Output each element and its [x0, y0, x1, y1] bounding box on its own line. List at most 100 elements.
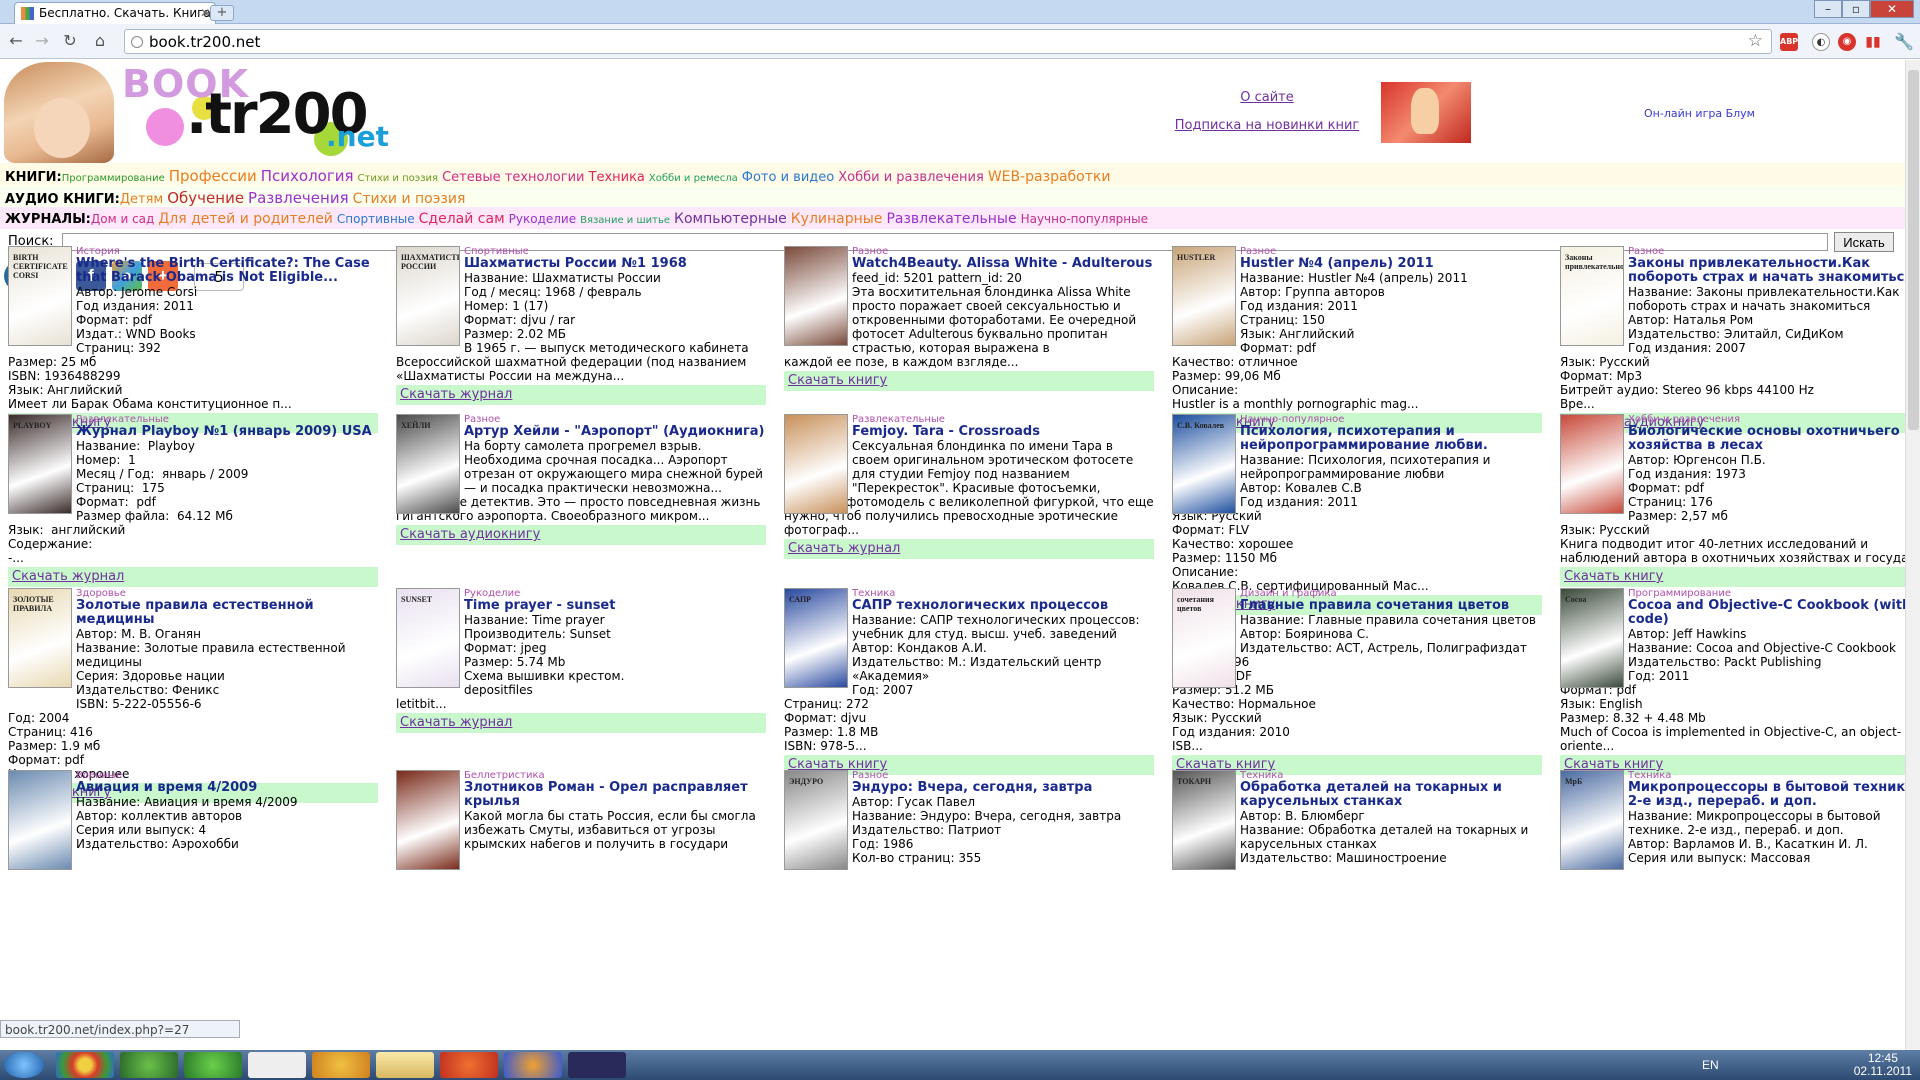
book-title[interactable]: Злотников Роман - Орел расправляет крыль… [464, 781, 766, 809]
site-logo[interactable]: BOOK .tr200 .net [4, 60, 389, 163]
category-link[interactable]: Хобби и ремесла [649, 173, 738, 184]
book-title[interactable]: Микропроцессоры в бытовой технике. 2-е и… [1628, 781, 1920, 809]
category-link[interactable]: Стихи и поэзия [353, 191, 466, 207]
category-link[interactable]: Сделай сам [419, 211, 505, 227]
book-cover-image[interactable] [784, 414, 848, 514]
utorrent-taskbar-icon[interactable] [184, 1052, 242, 1078]
book-title[interactable]: Femjoy. Tara - Crossroads [852, 425, 1154, 439]
subscribe-link[interactable]: Подписка на новинки книг [1172, 118, 1362, 133]
book-title[interactable]: Биологические основы охотничьего хозяйст… [1628, 425, 1920, 453]
book-title[interactable]: Cocoa and Objective-C Cookbook (with cod… [1628, 599, 1920, 627]
category-link[interactable]: Для детей и родителей [158, 211, 333, 227]
download-link[interactable]: Скачать книгу [784, 371, 1154, 391]
category-link[interactable]: Развлечения [248, 189, 349, 207]
book-title[interactable]: Золотые правила естественной медицины [76, 599, 378, 627]
address-bar[interactable]: book.tr200.net ☆ [124, 29, 1772, 54]
book-cover-image[interactable] [784, 246, 848, 346]
tab-close-icon[interactable]: ✕ [200, 6, 210, 20]
book-title[interactable]: Time prayer - sunset [464, 599, 766, 613]
close-window-button[interactable]: ✕ [1870, 0, 1914, 18]
download-link[interactable]: Скачать книгу [1560, 567, 1920, 587]
download-link[interactable]: Скачать журнал [8, 567, 378, 587]
book-title[interactable]: Главные правила сочетания цветов [1240, 599, 1542, 613]
firefox-taskbar-icon[interactable] [504, 1052, 562, 1078]
category-link[interactable]: Фото и видео [742, 170, 834, 185]
book-title[interactable]: Шахматисты России №1 1968 [464, 257, 766, 271]
book-cover-image[interactable]: PLAYBOY [8, 414, 72, 514]
category-link[interactable]: Сетевые технологии [442, 170, 584, 185]
book-cover-image[interactable]: Cocoa [1560, 588, 1624, 688]
download-link[interactable]: Скачать аудиокнигу [396, 525, 766, 545]
vertical-scrollbar[interactable] [1905, 60, 1920, 1050]
star-taskbar-icon[interactable] [312, 1052, 370, 1078]
fairy-banner-image[interactable] [1381, 82, 1471, 143]
book-cover-image[interactable]: HUSTLER [1172, 246, 1236, 346]
book-cover-image[interactable]: сочетания цветов [1172, 588, 1236, 688]
chrome-taskbar-icon[interactable] [56, 1052, 114, 1078]
book-title[interactable]: Эндуро: Вчера, сегодня, завтра [852, 781, 1154, 795]
book-cover-image[interactable]: ТОКАРН [1172, 770, 1236, 870]
book-cover-image[interactable] [396, 770, 460, 870]
start-button[interactable] [4, 1052, 44, 1078]
category-link[interactable]: WEB-разработки [988, 169, 1111, 185]
language-indicator[interactable]: EN [1702, 1058, 1719, 1072]
online-game-link[interactable]: Он-лайн игра Блум [1644, 107, 1755, 120]
book-cover-image[interactable]: ЗОЛОТЫЕ ПРАВИЛА [8, 588, 72, 688]
forward-arrow-icon[interactable]: → [32, 31, 52, 51]
book-title[interactable]: Where's the Birth Certificate?: The Case… [76, 257, 378, 285]
book-title[interactable]: САПР технологических процессов [852, 599, 1154, 613]
category-link[interactable]: Программирование [62, 173, 165, 184]
book-title[interactable]: Психология, психотерапия и нейропрограмм… [1240, 425, 1542, 453]
book-cover-image[interactable] [1560, 414, 1624, 514]
scrollbar-thumb[interactable] [1908, 70, 1919, 430]
book-cover-image[interactable]: SUNSET [396, 588, 460, 688]
category-link[interactable]: Рукоделие [509, 212, 576, 226]
book-title[interactable]: Авиация и время 4/2009 [76, 781, 378, 795]
adblock-icon[interactable]: ABP [1780, 33, 1798, 51]
stats-icon[interactable]: ▮▮ [1864, 33, 1882, 51]
book-title[interactable]: Журнал Playboy №1 (январь 2009) USA [76, 425, 378, 439]
book-cover-image[interactable]: ШАХМАТИСТЫ РОССИИ [396, 246, 460, 346]
category-link[interactable]: Хобби и развлечения [838, 170, 984, 185]
after-effects-taskbar-icon[interactable] [568, 1052, 626, 1078]
stop-extension-icon[interactable]: ◉ [1838, 33, 1856, 51]
reload-icon[interactable]: ↻ [60, 31, 80, 51]
wrench-icon[interactable]: 🔧 [1894, 33, 1914, 51]
book-title[interactable]: Hustler №4 (апрель) 2011 [1240, 257, 1542, 271]
category-link[interactable]: Кулинарные [791, 211, 883, 227]
category-link[interactable]: Детям [120, 192, 163, 207]
extension-icon[interactable]: ◐ [1812, 33, 1830, 51]
book-cover-image[interactable]: ЭНДУРО [784, 770, 848, 870]
download-link[interactable]: Скачать журнал [396, 713, 766, 733]
book-title[interactable]: Законы привлекательности.Как побороть ст… [1628, 257, 1920, 285]
category-link[interactable]: Обучение [167, 189, 244, 207]
book-title[interactable]: Артур Хейли - "Аэропорт" (Аудиокнига) [464, 425, 766, 439]
browser-tab[interactable]: Бесплатно. Скачать. Книга ✕ [14, 2, 216, 24]
category-link[interactable]: Вязание и шитье [580, 215, 670, 226]
book-title[interactable]: Watch4Beauty. Alissa White - Adulterous [852, 257, 1154, 271]
download-link[interactable]: Скачать журнал [784, 539, 1154, 559]
book-cover-image[interactable]: BIRTH CERTIFICATE CORSI [8, 246, 72, 346]
book-cover-image[interactable]: ХЕЙЛИ [396, 414, 460, 514]
book-title[interactable]: Обработка деталей на токарных и карусель… [1240, 781, 1542, 809]
about-link[interactable]: О сайте [1172, 90, 1362, 105]
maximize-button[interactable]: ▫ [1842, 0, 1870, 18]
category-link[interactable]: Компьютерные [674, 211, 787, 227]
system-clock[interactable]: 12:45 02.11.2011 [1854, 1052, 1912, 1078]
book-cover-image[interactable]: САПР [784, 588, 848, 688]
globe-taskbar-icon[interactable] [120, 1052, 178, 1078]
minimize-button[interactable]: – [1814, 0, 1842, 18]
home-icon[interactable]: ⌂ [90, 31, 110, 51]
category-link[interactable]: Спортивные [337, 212, 415, 226]
category-link[interactable]: Техника [589, 170, 645, 185]
category-link[interactable]: Научно-популярные [1021, 212, 1148, 226]
flash-taskbar-icon[interactable] [440, 1052, 498, 1078]
category-link[interactable]: Развлекательные [886, 211, 1016, 227]
book-cover-image[interactable]: Законы привлекательности [1560, 246, 1624, 346]
category-link[interactable]: Профессии [169, 167, 257, 185]
new-tab-button[interactable]: + [210, 5, 234, 21]
back-arrow-icon[interactable]: ← [6, 31, 26, 51]
bookmark-star-icon[interactable]: ☆ [1748, 31, 1763, 51]
document-taskbar-icon[interactable] [248, 1052, 306, 1078]
category-link[interactable]: Дом и сад [91, 212, 154, 226]
